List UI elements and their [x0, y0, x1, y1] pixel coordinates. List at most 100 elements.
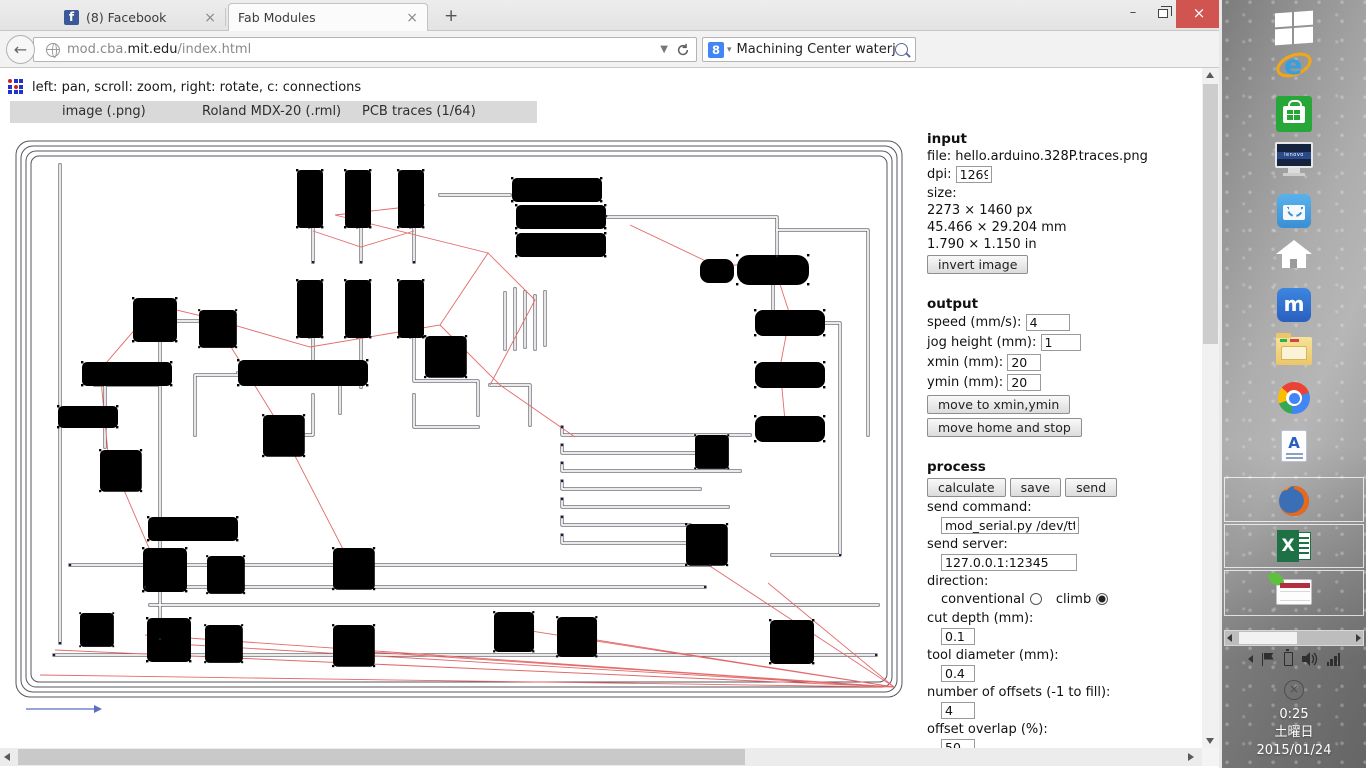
search-bar[interactable]: 8 ▾ Machining Center waterjet: [702, 37, 916, 62]
send-command-input[interactable]: [941, 517, 1079, 534]
vertical-scrollbar-thumb[interactable]: [1203, 84, 1218, 344]
xmin-input[interactable]: [1007, 354, 1041, 371]
scroll-down-icon[interactable]: [1206, 738, 1214, 744]
input-section-title: input: [927, 131, 1202, 148]
tab-facebook-title: (8) Facebook: [86, 10, 197, 25]
back-button[interactable]: ←: [6, 35, 35, 64]
screen: f (8) Facebook × Fab Modules × + – × ← m…: [0, 0, 1366, 768]
parameter-panel: input file: hello.arduino.328P.traces.pn…: [927, 131, 1202, 748]
chrome-icon[interactable]: [1278, 382, 1310, 414]
mini-scroll-left-icon[interactable]: [1227, 634, 1232, 642]
windows-taskbar: e lenovo m A: [1222, 0, 1366, 768]
windows-store-icon[interactable]: [1276, 96, 1312, 132]
fab-modules-logo-icon: [8, 79, 24, 95]
cut-depth-label: cut depth (mm):: [927, 610, 1202, 627]
search-engine-icon[interactable]: 8: [708, 42, 724, 58]
taskbar-clock[interactable]: 0:25 土曜日 2015/01/24: [1222, 706, 1366, 760]
size-px: 2273 × 1460 px: [927, 202, 1202, 219]
horizontal-scrollbar[interactable]: [0, 748, 1202, 766]
vertical-scrollbar[interactable]: [1202, 68, 1219, 748]
blue-bag-app-icon[interactable]: [1277, 194, 1311, 228]
tab-facebook-close-icon[interactable]: ×: [204, 10, 216, 26]
tab-fab-modules[interactable]: Fab Modules ×: [228, 3, 428, 31]
minimize-button[interactable]: –: [1118, 0, 1148, 28]
close-button[interactable]: ×: [1176, 0, 1222, 28]
calculate-button[interactable]: calculate: [927, 478, 1006, 497]
file-explorer-icon[interactable]: [1276, 337, 1312, 365]
svg-text:e: e: [1284, 50, 1302, 81]
tab-pcb-traces[interactable]: PCB traces (1/64): [362, 104, 476, 119]
number-of-offsets-input[interactable]: [941, 702, 975, 719]
horizontal-scrollbar-thumb[interactable]: [18, 749, 745, 765]
conventional-label: conventional: [941, 592, 1025, 607]
action-center-flag-icon[interactable]: [1262, 653, 1275, 666]
conventional-radio[interactable]: [1030, 593, 1042, 605]
home-charm-icon[interactable]: [1276, 240, 1312, 270]
move-home-and-stop-button[interactable]: move home and stop: [927, 418, 1082, 437]
ymin-input[interactable]: [1007, 374, 1041, 391]
search-input[interactable]: Machining Center waterjet: [737, 42, 895, 57]
scroll-left-icon[interactable]: [4, 753, 10, 761]
climb-label: climb: [1056, 592, 1091, 607]
lenovo-monitor-icon[interactable]: lenovo: [1275, 142, 1313, 176]
speed-input[interactable]: [1026, 314, 1070, 331]
mail-icon: [1276, 579, 1312, 605]
reload-icon[interactable]: [676, 43, 690, 57]
jog-height-input[interactable]: [1041, 334, 1081, 351]
system-tray: [1222, 650, 1366, 668]
tab-fab-modules-close-icon[interactable]: ×: [406, 10, 418, 26]
volume-icon[interactable]: [1302, 652, 1318, 666]
send-server-input[interactable]: [941, 554, 1077, 571]
excel-icon: X: [1277, 530, 1311, 562]
page-content: left: pan, scroll: zoom, right: rotate, …: [0, 68, 1202, 748]
scrollbar-corner: [1202, 748, 1219, 766]
search-icon[interactable]: [895, 43, 908, 56]
scroll-up-icon[interactable]: [1206, 72, 1214, 78]
document-app-icon[interactable]: A: [1281, 430, 1307, 462]
excel-taskbar-button[interactable]: X: [1224, 524, 1364, 568]
send-command-label: send command:: [927, 499, 1202, 516]
scroll-right-icon[interactable]: [1188, 753, 1194, 761]
firefox-window: f (8) Facebook × Fab Modules × + – × ← m…: [0, 0, 1222, 768]
dpi-label: dpi:: [927, 167, 952, 182]
eject-circle-icon[interactable]: ×: [1284, 680, 1304, 700]
mail-taskbar-button[interactable]: [1224, 570, 1364, 616]
battery-icon[interactable]: [1284, 652, 1293, 666]
maxthon-icon[interactable]: m: [1277, 288, 1311, 322]
url-host: mit.edu: [128, 42, 178, 57]
save-button[interactable]: save: [1010, 478, 1061, 497]
invert-image-button[interactable]: invert image: [927, 255, 1028, 274]
tab-strip: f (8) Facebook × Fab Modules × + – ×: [0, 0, 1222, 31]
offset-overlap-label: offset overlap (%):: [927, 721, 1202, 738]
restore-button[interactable]: [1148, 0, 1178, 28]
search-engine-dropdown-icon[interactable]: ▾: [727, 45, 732, 55]
mini-scrollbar-thumb[interactable]: [1239, 632, 1297, 644]
tab-image-png[interactable]: image (.png): [62, 104, 146, 119]
new-tab-button[interactable]: +: [444, 6, 458, 26]
output-section-title: output: [927, 296, 1202, 313]
speed-label: speed (mm/s):: [927, 315, 1021, 330]
windows-start-icon[interactable]: [1275, 11, 1313, 46]
url-bar[interactable]: mod.cba.mit.edu/index.html ▼: [33, 37, 697, 62]
clock-day: 土曜日: [1222, 724, 1366, 742]
facebook-favicon-icon: f: [64, 10, 79, 25]
firefox-taskbar-button[interactable]: [1224, 477, 1364, 522]
toolpath-canvas[interactable]: [10, 135, 908, 720]
tool-diameter-input[interactable]: [941, 665, 975, 682]
dpi-input[interactable]: [956, 166, 992, 183]
url-dropdown-icon[interactable]: ▼: [660, 44, 668, 55]
offset-overlap-input[interactable]: [941, 739, 975, 748]
climb-radio[interactable]: [1096, 593, 1108, 605]
hidden-icons-arrow-icon[interactable]: [1248, 655, 1253, 663]
internet-explorer-icon[interactable]: e: [1274, 46, 1314, 88]
tab-facebook[interactable]: f (8) Facebook ×: [55, 4, 225, 31]
size-label: size:: [927, 185, 1202, 202]
tab-roland-mdx20[interactable]: Roland MDX-20 (.rml): [202, 104, 341, 119]
mini-scroll-right-icon[interactable]: [1356, 634, 1361, 642]
network-signal-icon[interactable]: [1327, 652, 1341, 666]
send-button[interactable]: send: [1065, 478, 1117, 497]
taskbar-mini-scrollbar[interactable]: [1224, 630, 1364, 646]
input-file: file: hello.arduino.328P.traces.png: [927, 148, 1202, 165]
move-to-xmin-ymin-button[interactable]: move to xmin,ymin: [927, 395, 1070, 414]
cut-depth-input[interactable]: [941, 628, 975, 645]
